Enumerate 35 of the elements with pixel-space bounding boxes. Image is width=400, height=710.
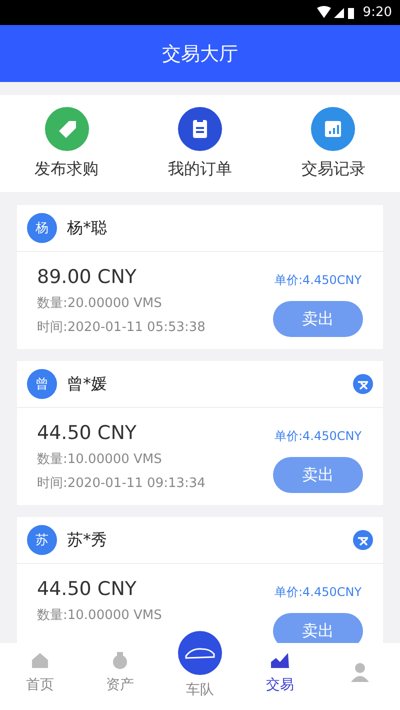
tab[interactable]: 车队: [160, 629, 240, 710]
unit-price: 单价:4.450CNY: [274, 584, 362, 601]
money-bag-icon: [110, 650, 130, 670]
quick-action[interactable]: 发布求购: [6, 107, 127, 180]
quantity: 数量:10.00000 VMS: [37, 451, 163, 468]
sell-button[interactable]: 卖出: [273, 457, 363, 493]
amount: 44.50 CNY: [37, 422, 138, 444]
amount: 89.00 CNY: [37, 266, 138, 288]
avatar: 曾: [27, 369, 57, 399]
time: 时间:2020-01-11 05:53:38: [37, 319, 206, 336]
unit-price: 单价:4.450CNY: [274, 428, 362, 445]
clipboard-icon: [178, 107, 222, 151]
quantity: 数量:20.00000 VMS: [37, 295, 163, 312]
clock: 9:20: [362, 5, 392, 20]
user-name: 曾*媛: [67, 374, 108, 394]
signal-icon: [316, 6, 357, 20]
user-name: 苏*秀: [67, 530, 108, 550]
quick-action[interactable]: 交易记录: [273, 107, 394, 180]
tab[interactable]: 资产: [80, 643, 160, 710]
tab[interactable]: 首页: [0, 643, 80, 710]
quick-action[interactable]: 我的订单: [140, 107, 260, 180]
avatar: 苏: [27, 525, 57, 555]
unit-price: 单价:4.450CNY: [274, 272, 362, 289]
tab[interactable]: 交易: [240, 643, 320, 710]
tag-icon: [44, 107, 89, 151]
sell-button[interactable]: 卖出: [273, 613, 363, 643]
user-name: 杨*聪: [67, 218, 108, 238]
time: 时间:2020-01-11 09:13:34: [37, 475, 206, 492]
avatar: 杨: [27, 213, 57, 243]
calendar-icon: [311, 107, 356, 151]
quantity: 数量:10.00000 VMS: [37, 607, 162, 624]
person-icon: [350, 662, 370, 682]
page-title: 交易大厅: [162, 42, 238, 66]
sell-button[interactable]: 卖出: [273, 301, 363, 337]
amount: 44.50 CNY: [37, 578, 138, 600]
